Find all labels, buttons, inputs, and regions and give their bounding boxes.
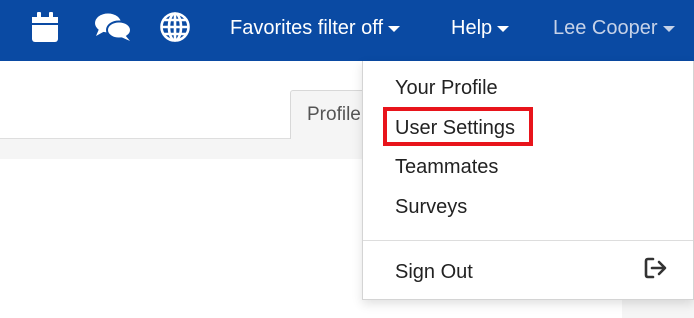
top-navbar: Favorites filter off Help Lee Cooper <box>0 0 694 61</box>
favorites-filter-label: Favorites filter off <box>230 16 384 39</box>
menu-item-surveys[interactable]: Surveys <box>395 196 467 219</box>
caret-down-icon <box>388 26 401 32</box>
user-dropdown-menu: Your Profile User Settings Teammates Sur… <box>362 61 694 300</box>
menu-divider <box>363 240 693 241</box>
chat-icon[interactable] <box>94 11 132 43</box>
calendar-icon[interactable] <box>29 11 61 43</box>
help-menu[interactable]: Help <box>451 16 510 40</box>
sign-out-icon[interactable] <box>644 257 668 279</box>
menu-item-teammates[interactable]: Teammates <box>395 156 498 179</box>
user-menu[interactable]: Lee Cooper <box>553 16 675 40</box>
caret-down-icon <box>662 26 675 32</box>
menu-item-sign-out[interactable]: Sign Out <box>395 261 473 284</box>
user-name-label: Lee Cooper <box>553 16 658 39</box>
favorites-filter-menu[interactable]: Favorites filter off <box>230 16 401 40</box>
menu-item-user-settings[interactable]: User Settings <box>395 117 515 140</box>
caret-down-icon <box>497 26 510 32</box>
help-label: Help <box>451 16 493 39</box>
menu-item-your-profile[interactable]: Your Profile <box>395 77 498 100</box>
globe-icon[interactable] <box>159 11 191 43</box>
